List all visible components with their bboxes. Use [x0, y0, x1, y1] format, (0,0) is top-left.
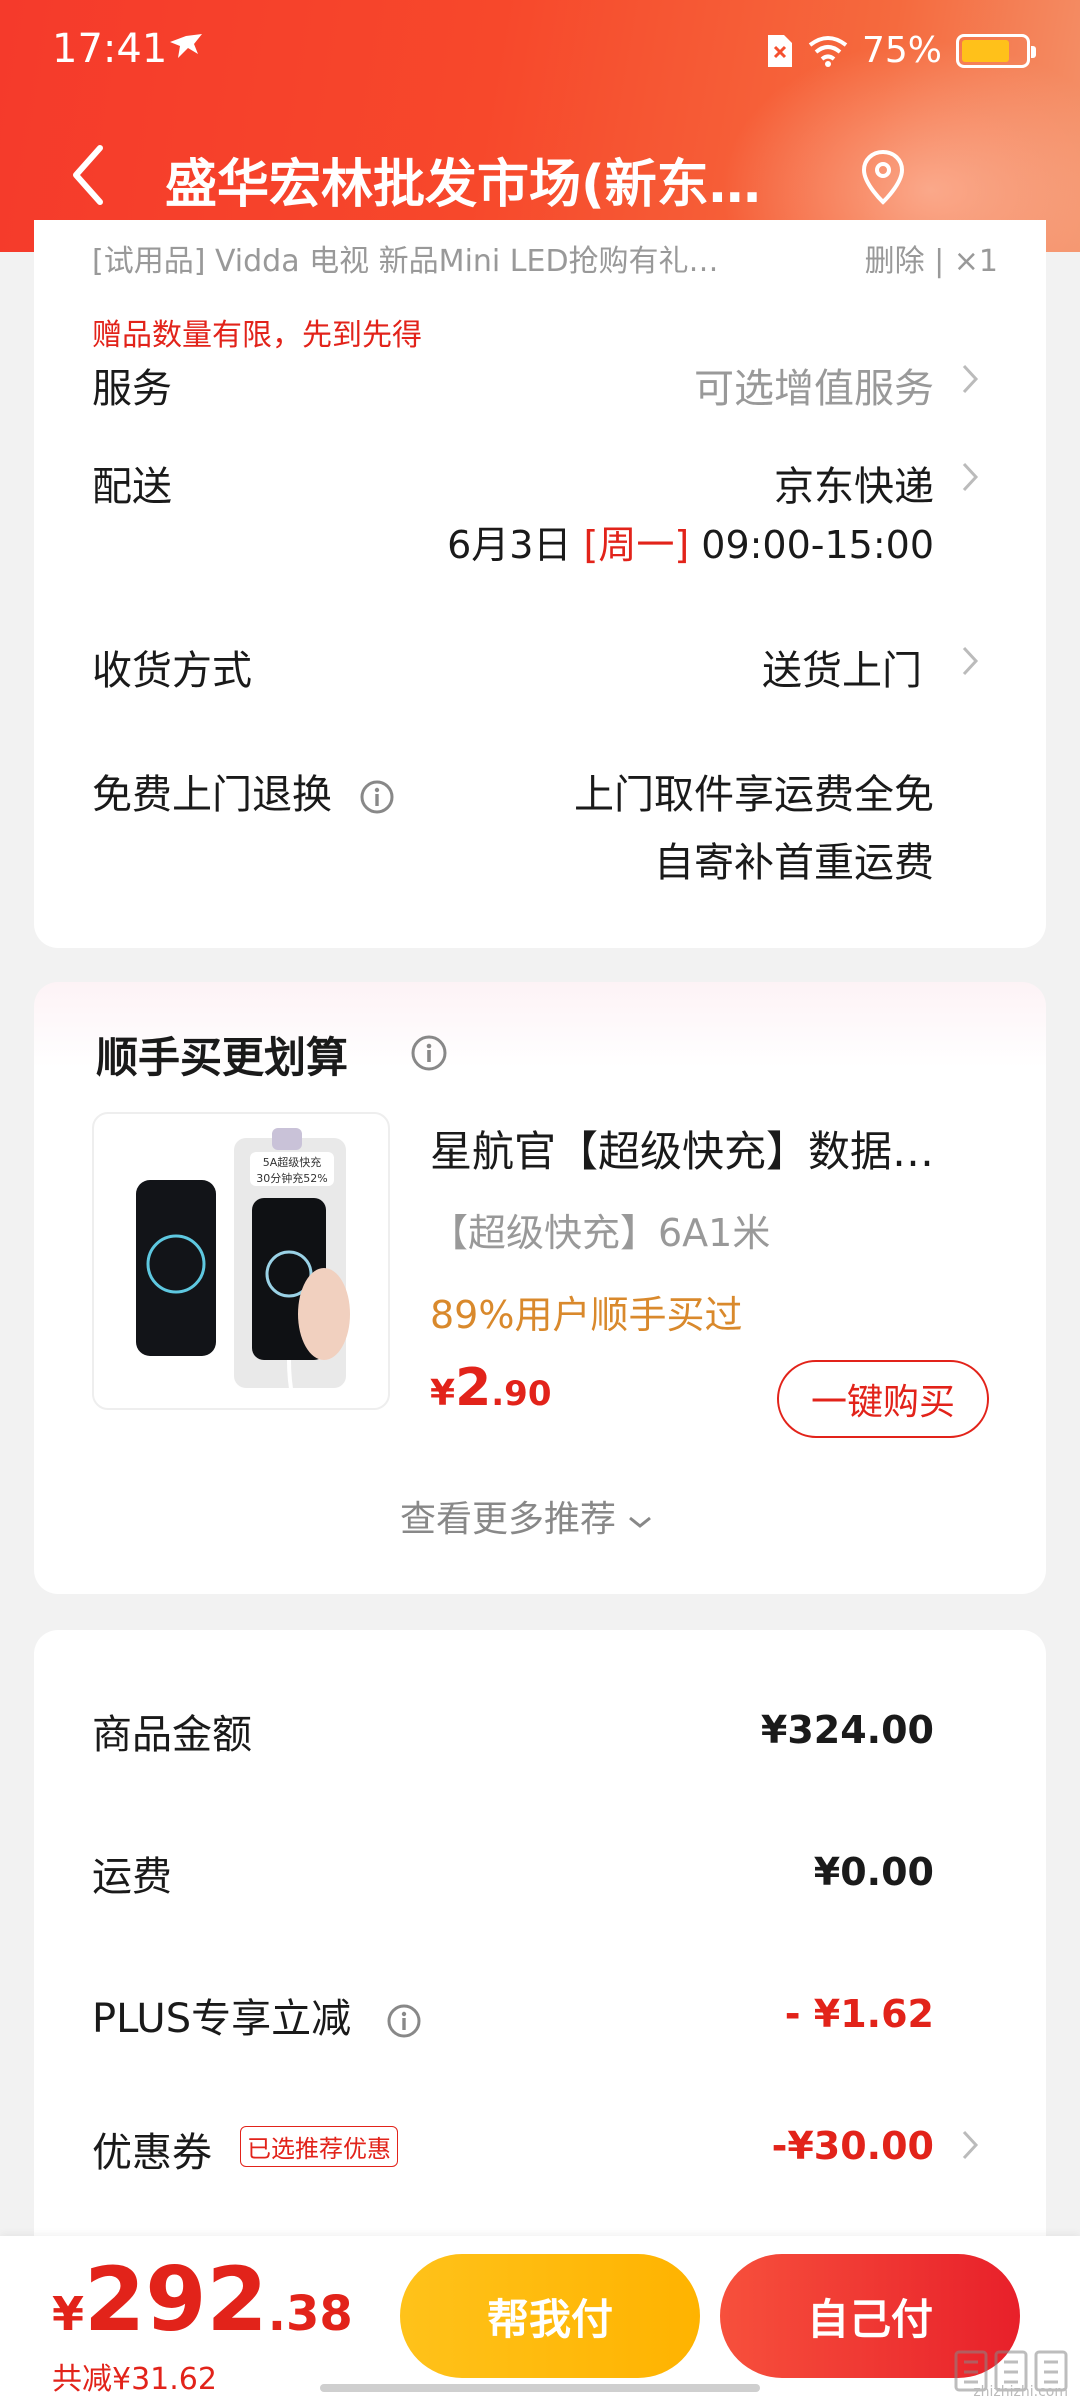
free-return-text: 免费上门退换	[92, 772, 332, 818]
delivery-weekday: [周一]	[583, 523, 690, 567]
plus-discount-label: PLUS专享立减	[92, 1986, 422, 2044]
free-return-label: 免费上门退换	[92, 762, 395, 820]
total-saved: 共减¥31.62	[52, 2362, 217, 2397]
notification-bird-icon	[170, 34, 202, 58]
help-me-pay-button[interactable]: 帮我付	[400, 2254, 700, 2378]
more-recommendations-link[interactable]: 查看更多推荐	[400, 1490, 653, 1542]
plus-info-icon[interactable]	[386, 2003, 422, 2039]
delivery-chevron-icon[interactable]	[960, 460, 980, 494]
status-time: 17:41	[52, 26, 168, 72]
wifi-icon	[808, 35, 848, 67]
home-indicator[interactable]	[320, 2384, 760, 2392]
sim-card-icon	[767, 34, 792, 67]
delivery-label: 配送	[92, 464, 172, 510]
product-spec: 【超级快充】6A1米	[430, 1211, 771, 1255]
shipping-label: 运费	[92, 1854, 172, 1900]
back-arrow-icon[interactable]	[60, 140, 120, 210]
product-image[interactable]: 5A超级快充 30分钟充52%	[92, 1112, 390, 1410]
coupon-chevron-icon[interactable]	[960, 2128, 980, 2162]
delivery-time-window: 09:00-15:00	[701, 523, 934, 567]
product-price-symbol: ¥	[430, 1373, 456, 1414]
receive-chevron-icon[interactable]	[960, 644, 980, 678]
total-price-dec: .38	[267, 2286, 353, 2342]
location-pin-icon[interactable]	[858, 148, 908, 206]
battery-icon	[956, 33, 1036, 68]
status-bar: 17:41 75%	[0, 0, 1080, 100]
chevron-down-icon	[629, 1516, 652, 1528]
item-actions[interactable]: 删除 | ×1	[865, 236, 998, 280]
battery-percentage: 75%	[861, 30, 942, 71]
plus-discount-value: - ¥1.62	[784, 1992, 934, 2036]
page-title: 盛华宏林批发市场(新东…	[165, 155, 761, 215]
service-value[interactable]: 可选增值服务	[694, 356, 934, 414]
coupon-value[interactable]: -¥30.00	[772, 2124, 934, 2168]
recommend-title: 顺手买更划算	[96, 1033, 349, 1082]
free-return-line2: 自寄补首重运费	[654, 840, 934, 886]
delivery-date: 6月3日	[447, 523, 572, 567]
free-return-line1: 上门取件享运费全免	[574, 772, 934, 818]
nav-bar: 盛华宏林批发市场(新东…	[0, 120, 1080, 230]
product-title[interactable]: 星航官【超级快充】数据…	[430, 1118, 990, 1179]
coupon-label: 优惠券	[92, 2130, 212, 2176]
plus-discount-text: PLUS专享立减	[92, 1996, 352, 2042]
service-label: 服务	[92, 366, 172, 412]
recommend-info-icon[interactable]	[410, 1034, 448, 1072]
gift-note: 赠品数量有限，先到先得	[92, 318, 422, 353]
watermark-text: zhizhizhi.com	[973, 2384, 1068, 2400]
more-recommendations-label: 查看更多推荐	[400, 1499, 617, 1540]
goods-amount-label: 商品金额	[92, 1712, 252, 1758]
product-buyers-note: 89%用户顺手买过	[430, 1293, 743, 1337]
img-badge-line1: 5A超级快充	[263, 1155, 322, 1169]
phone-cable-illustration: 5A超级快充 30分钟充52%	[136, 1128, 350, 1405]
item-name: [试用品] Vidda 电视 新品Mini LED抢购有礼…	[92, 244, 719, 279]
coupon-tag: 已选推荐优惠	[240, 2126, 398, 2167]
product-price: ¥2.90	[430, 1358, 551, 1418]
total-price-symbol: ¥	[52, 2287, 85, 2341]
delivery-value[interactable]: 京东快递	[774, 454, 934, 512]
one-click-buy-button[interactable]: 一键购买	[777, 1360, 989, 1438]
product-price-dec: .90	[491, 1374, 552, 1414]
total-price: ¥292.38	[52, 2248, 353, 2351]
img-badge-line2: 30分钟充52%	[256, 1171, 327, 1185]
product-price-int: 2	[455, 1358, 492, 1418]
receive-method-label: 收货方式	[92, 648, 252, 694]
status-right-group: 75%	[766, 30, 1036, 71]
info-icon[interactable]	[359, 779, 395, 815]
total-price-int: 292	[84, 2248, 268, 2351]
battery-fill	[962, 39, 1009, 62]
goods-amount-value: ¥324.00	[760, 1708, 934, 1752]
header-bar: 17:41 75% 盛华宏林批发市场(新东…	[0, 0, 1080, 252]
shipping-value: ¥0.00	[813, 1850, 934, 1894]
service-chevron-icon[interactable]	[960, 362, 980, 396]
receive-method-value[interactable]: 送货上门	[762, 638, 922, 696]
delivery-schedule: 6月3日 [周一] 09:00-15:00	[447, 514, 934, 569]
